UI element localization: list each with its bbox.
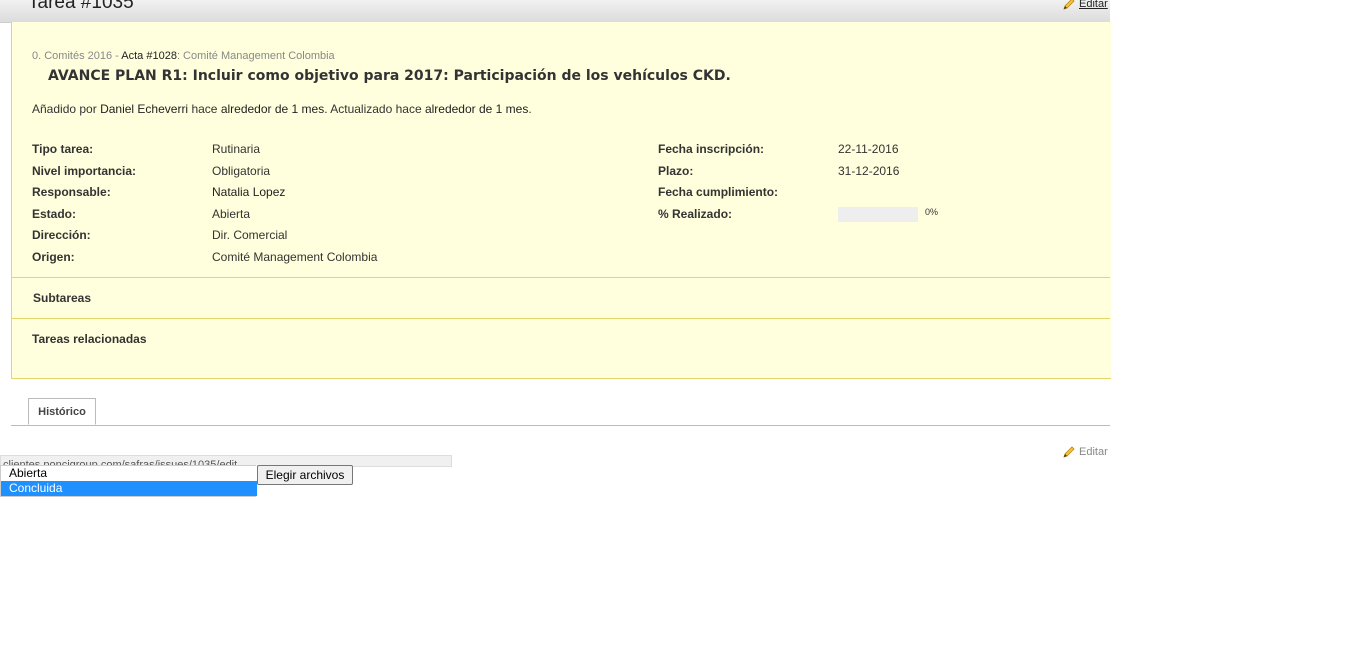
updated-ago-link[interactable]: alrededor de 1 mes <box>425 102 528 116</box>
subtasks-heading: Subtareas <box>33 291 92 305</box>
edit-link-bottom[interactable]: Editar <box>1062 445 1108 459</box>
created-ago-link[interactable]: alrededor de 1 mes <box>221 102 324 116</box>
attr-label-direccion: Dirección: <box>32 228 91 242</box>
title-bar <box>0 0 1110 23</box>
breadcrumb-acta-link[interactable]: Acta #1028 <box>121 50 177 62</box>
updated-suffix: . <box>528 102 532 116</box>
attr-label-nivel: Nivel importancia: <box>32 164 137 178</box>
breadcrumb-separator: - <box>112 50 122 62</box>
attr-value-estado: Abierta <box>212 207 251 221</box>
attr-label-fecha-cumplimiento: Fecha cumplimiento: <box>658 185 779 199</box>
progress-bar <box>838 207 918 222</box>
pencil-icon <box>1062 445 1076 459</box>
pencil-icon <box>1062 0 1076 11</box>
related-tasks-heading: Tareas relacionadas <box>32 332 147 346</box>
attr-label-origen: Origen: <box>32 250 75 264</box>
progress-percent: 0% <box>925 207 939 217</box>
attr-label-tipo: Tipo tarea: <box>32 142 94 156</box>
attr-value-nivel: Obligatoria <box>212 164 271 178</box>
attr-label-estado: Estado: <box>32 207 77 221</box>
attr-value-tipo: Rutinaria <box>212 142 261 156</box>
section-divider <box>11 318 1110 319</box>
attr-value-fecha-inscripcion: 22-11-2016 <box>838 142 899 156</box>
breadcrumb-acta-title: : Comité Management Colombia <box>176 50 335 62</box>
section-divider <box>11 277 1110 278</box>
breadcrumb-parent-link[interactable]: 0. Comités 2016 <box>32 50 112 62</box>
page-title: Tarea #1035 <box>28 0 134 13</box>
tab-bar <box>11 425 1110 426</box>
attr-value-plazo: 31-12-2016 <box>838 164 900 178</box>
issue-subject: AVANCE PLAN R1: Incluir como objetivo pa… <box>48 68 731 84</box>
author-prefix: Añadido por <box>32 102 101 116</box>
updated-prefix: . Actualizado hace <box>324 102 425 116</box>
attr-label-realizado: % Realizado: <box>658 207 733 221</box>
attr-label-responsable: Responsable: <box>32 185 111 199</box>
attr-value-origen: Comité Management Colombia <box>212 250 378 264</box>
dropdown-option-concluida[interactable]: Concluida <box>1 481 257 496</box>
tab-historico[interactable]: Histórico <box>28 398 96 425</box>
edit-label: Editar <box>1079 0 1108 10</box>
status-dropdown-list[interactable]: Abierta Concluida <box>0 465 257 497</box>
choose-files-button[interactable]: Elegir archivos <box>257 465 353 485</box>
edit-link-top[interactable]: Editar <box>1062 0 1108 11</box>
attr-value-direccion: Dir. Comercial <box>212 228 288 242</box>
author-line: Añadido por Daniel Echeverri hace alrede… <box>32 102 532 116</box>
attr-value-responsable[interactable]: Natalia Lopez <box>212 185 285 199</box>
author-middle: hace <box>188 102 221 116</box>
attr-label-fecha-inscripcion: Fecha inscripción: <box>658 142 765 156</box>
dropdown-option-abierta[interactable]: Abierta <box>1 466 257 481</box>
breadcrumb: 0. Comités 2016 - Acta #1028: Comité Man… <box>32 48 335 62</box>
author-link[interactable]: Daniel Echeverri <box>100 102 188 116</box>
attr-label-plazo: Plazo: <box>658 164 694 178</box>
edit-label: Editar <box>1079 445 1108 458</box>
